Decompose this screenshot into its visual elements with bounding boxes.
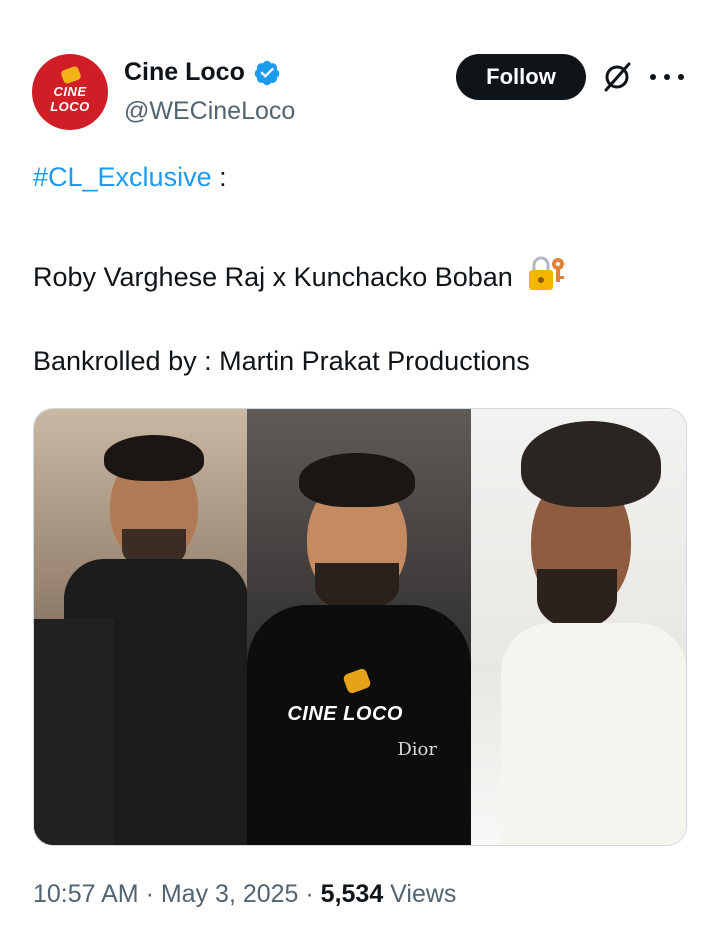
views-label: Views <box>383 880 457 908</box>
meta-separator: · <box>298 880 321 908</box>
camera-equipment <box>34 619 114 845</box>
person-shirt <box>500 623 686 845</box>
follow-button[interactable]: Follow <box>456 54 586 100</box>
film-reel-icon <box>60 65 82 85</box>
tweet-media-image[interactable]: CINE LOCO Dior <box>33 408 687 846</box>
more-options-icon[interactable] <box>650 62 684 92</box>
verified-badge-icon <box>254 60 280 85</box>
display-name[interactable]: Cine Loco <box>124 58 245 87</box>
grok-icon[interactable] <box>600 60 634 94</box>
author-handle[interactable]: @WECineLoco <box>124 97 295 126</box>
dot <box>650 74 656 80</box>
shirt-text: Dior <box>397 739 437 760</box>
tweet-line-producer: Bankrolled by : Martin Prakat Production… <box>33 346 530 376</box>
person-hair <box>104 435 204 481</box>
person-beard <box>536 569 617 629</box>
lock-with-key-icon <box>529 256 565 290</box>
tweet-line-hashtag: #CL_Exclusive : <box>33 162 227 193</box>
dot <box>664 74 670 80</box>
tweet-line-names: Roby Varghese Raj x Kunchacko Boban <box>33 256 566 293</box>
avatar[interactable]: CINE LOCO <box>32 54 108 130</box>
person-hair <box>299 453 416 507</box>
tweet: CINE LOCO Cine Loco @WECineLoco Follow #… <box>0 0 702 932</box>
person-beard <box>315 563 400 611</box>
meta-separator: · <box>138 880 161 908</box>
avatar-logo-text: CINE LOCO <box>50 84 90 114</box>
photo-panel-right <box>470 409 686 845</box>
dot <box>678 74 684 80</box>
tweet-date[interactable]: May 3, 2025 <box>161 880 299 908</box>
tweet-time[interactable]: 10:57 AM <box>33 880 139 908</box>
person-hair <box>520 421 661 507</box>
photo-panel-left <box>34 409 248 845</box>
hashtag-link[interactable]: #CL_Exclusive <box>33 162 212 192</box>
tweet-meta: 10:57 AM · May 3, 2025 · 5,534 Views <box>33 880 456 909</box>
tweet-text-names: Roby Varghese Raj x Kunchacko Boban <box>33 262 513 292</box>
watermark-text: CINE LOCO <box>287 703 403 725</box>
views-count: 5,534 <box>320 880 384 908</box>
photo-panel-center: CINE LOCO Dior <box>247 409 471 845</box>
author-name-row: Cine Loco <box>124 58 281 87</box>
hashtag-suffix: : <box>211 162 227 192</box>
